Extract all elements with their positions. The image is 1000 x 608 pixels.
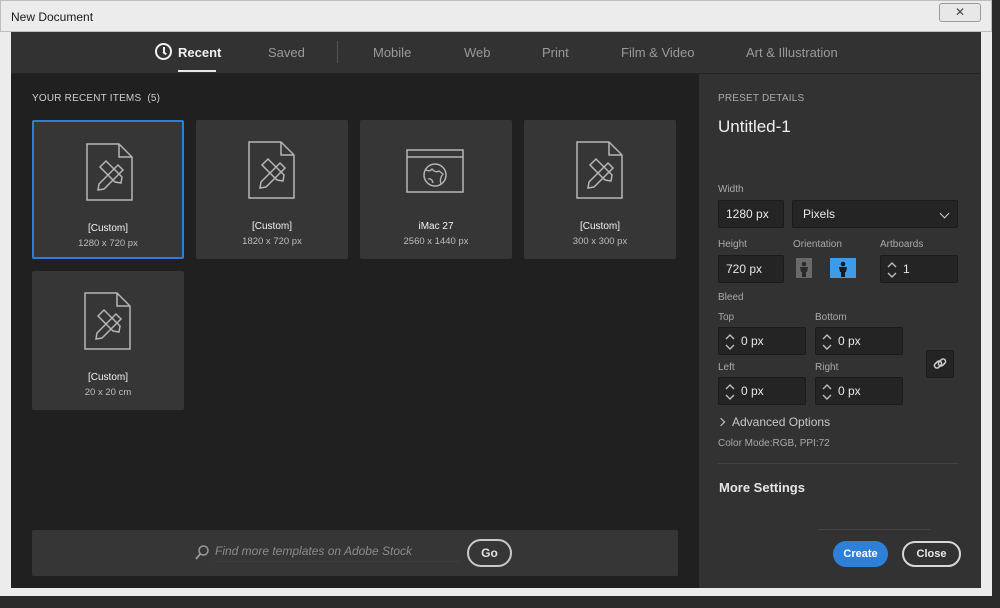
window-title: New Document [11, 10, 94, 24]
more-settings-button[interactable]: More Settings [719, 480, 805, 495]
bleed-right-value: 0 px [838, 384, 861, 398]
bleed-right-label: Right [815, 362, 839, 373]
section-divider [718, 463, 959, 464]
recent-item-size: 1820 x 720 px [242, 236, 302, 247]
bleed-top-value: 0 px [741, 334, 764, 348]
create-button[interactable]: Create [833, 541, 888, 567]
tab-art-illustration[interactable]: Art & Illustration [746, 45, 838, 60]
recent-item-card[interactable]: [Custom] 1280 x 720 px [32, 120, 184, 259]
bleed-bottom-stepper[interactable]: 0 px [815, 327, 903, 355]
recent-item-card[interactable]: [Custom] 300 x 300 px [524, 120, 676, 259]
tab-mobile[interactable]: Mobile [373, 45, 411, 60]
stock-search-bar: Find more templates on Adobe Stock Go [32, 530, 678, 576]
orientation-label: Orientation [793, 239, 842, 250]
bleed-left-value: 0 px [741, 384, 764, 398]
bleed-label: Bleed [718, 292, 744, 303]
preset-details-heading: PRESET DETAILS [718, 93, 805, 104]
recent-item-card[interactable]: iMac 27 2560 x 1440 px [360, 120, 512, 259]
tab-separator [337, 41, 338, 63]
landscape-orientation-icon[interactable] [830, 257, 856, 279]
recent-items-heading: YOUR RECENT ITEMS (5) [32, 93, 160, 104]
web-browser-icon [406, 149, 464, 193]
recent-items-panel: YOUR RECENT ITEMS (5) [Custom] 1280 x 720… [11, 74, 699, 588]
document-pencil-icon [248, 141, 295, 199]
color-mode-info: Color Mode:RGB, PPI:72 [718, 438, 830, 449]
bleed-left-stepper[interactable]: 0 px [718, 377, 806, 405]
tab-recent[interactable]: Recent [178, 45, 221, 60]
height-label: Height [718, 239, 747, 250]
recent-item-name: iMac 27 [418, 221, 454, 232]
tab-web[interactable]: Web [464, 45, 491, 60]
document-pencil-icon [576, 141, 623, 199]
width-field[interactable]: 1280 px [718, 200, 784, 228]
tab-print[interactable]: Print [542, 45, 569, 60]
units-dropdown[interactable]: Pixels [792, 200, 958, 228]
stepper-arrows-icon[interactable] [723, 381, 737, 403]
close-button[interactable]: Close [902, 541, 961, 567]
section-divider [818, 529, 930, 530]
window-close-button[interactable]: ✕ [939, 3, 981, 22]
recent-item-name: [Custom] [579, 221, 620, 232]
bleed-top-label: Top [718, 312, 735, 323]
chevron-right-icon [716, 417, 726, 427]
recent-item-name: [Custom] [87, 223, 128, 234]
artboards-label: Artboards [880, 239, 924, 250]
recent-item-size: 2560 x 1440 px [403, 236, 469, 247]
artboards-value: 1 [903, 262, 910, 276]
document-pencil-icon [84, 292, 131, 350]
document-name-field[interactable]: Untitled-1 [718, 117, 791, 137]
link-bleed-button[interactable] [926, 350, 954, 378]
title-bar: New Document ✕ [0, 0, 992, 32]
recent-item-name: [Custom] [87, 372, 128, 383]
clock-icon [155, 43, 172, 60]
preset-details-panel: PRESET DETAILS Untitled-1 Width 1280 px … [699, 74, 981, 588]
recent-items-title: YOUR RECENT ITEMS [32, 93, 142, 104]
tab-film-video[interactable]: Film & Video [621, 45, 694, 60]
advanced-options-toggle[interactable]: Advanced Options [716, 415, 831, 429]
stepper-arrows-icon[interactable] [820, 331, 834, 353]
document-pencil-icon [86, 143, 133, 201]
stepper-arrows-icon[interactable] [820, 381, 834, 403]
bleed-bottom-value: 0 px [838, 334, 861, 348]
advanced-options-label: Advanced Options [732, 415, 831, 429]
recent-item-name: [Custom] [251, 221, 292, 232]
artboards-stepper[interactable]: 1 [880, 255, 958, 283]
active-tab-indicator [178, 70, 216, 72]
bleed-left-label: Left [718, 362, 735, 373]
chevron-down-icon [939, 208, 950, 219]
stepper-arrows-icon[interactable] [723, 331, 737, 353]
recent-item-size: 20 x 20 cm [84, 387, 132, 398]
recent-item-card[interactable]: [Custom] 1820 x 720 px [196, 120, 348, 259]
height-field[interactable]: 720 px [718, 255, 784, 283]
stepper-arrows-icon[interactable] [885, 259, 899, 281]
tab-saved[interactable]: Saved [268, 45, 305, 60]
recent-item-size: 1280 x 720 px [78, 238, 138, 249]
bleed-bottom-label: Bottom [815, 312, 847, 323]
new-document-dialog: Recent Saved Mobile Web Print Film & Vid… [11, 32, 981, 588]
search-icon [195, 545, 209, 560]
recent-items-count: (5) [147, 93, 161, 104]
go-button[interactable]: Go [467, 539, 512, 567]
recent-item-size: 300 x 300 px [572, 236, 628, 247]
portrait-orientation-icon[interactable] [793, 257, 815, 279]
width-label: Width [718, 184, 744, 195]
stock-search-input[interactable]: Find more templates on Adobe Stock [215, 544, 459, 562]
link-icon [933, 358, 947, 369]
bleed-top-stepper[interactable]: 0 px [718, 327, 806, 355]
category-tabs: Recent Saved Mobile Web Print Film & Vid… [11, 32, 981, 74]
bleed-right-stepper[interactable]: 0 px [815, 377, 903, 405]
units-value: Pixels [803, 207, 836, 221]
recent-item-card[interactable]: [Custom] 20 x 20 cm [32, 271, 184, 410]
